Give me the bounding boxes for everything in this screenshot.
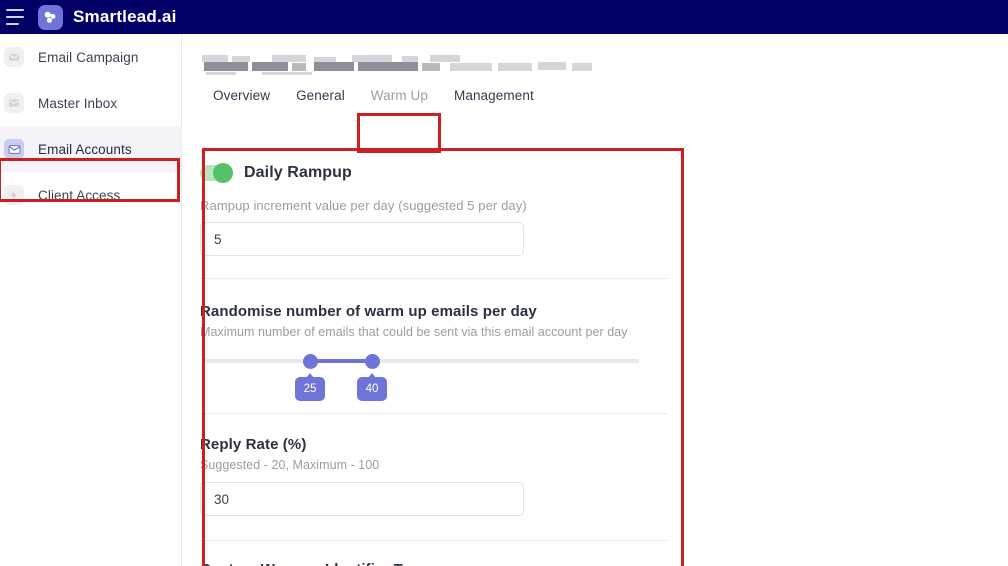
rampup-increment-input[interactable]: 5: [200, 222, 524, 256]
main-column: Overview General Warm Up Management Dail…: [182, 34, 686, 566]
main-content: Overview General Warm Up Management Dail…: [182, 34, 1008, 566]
page-title-redacted: [202, 55, 604, 75]
tab-general[interactable]: General: [283, 84, 358, 107]
randomise-title: Randomise number of warm up emails per d…: [200, 303, 1008, 320]
slider-track: [202, 359, 639, 363]
sidebar-item-email-campaign[interactable]: Email Campaign: [0, 34, 181, 80]
brand-title: Smartlead.ai: [73, 7, 177, 27]
sidebar-item-email-accounts[interactable]: Email Accounts: [0, 126, 181, 172]
sidebar-item-master-inbox[interactable]: Master Inbox: [0, 80, 181, 126]
client-access-icon: [4, 185, 24, 205]
hamburger-icon[interactable]: [6, 9, 26, 25]
randomise-subtitle: Maximum number of emails that could be s…: [200, 325, 1008, 339]
daily-rampup-title: Daily Rampup: [244, 164, 352, 182]
daily-rampup-toggle-row: Daily Rampup: [200, 148, 1008, 182]
rampup-increment-label: Rampup increment value per day (suggeste…: [200, 198, 1008, 213]
sidebar-item-label: Client Access: [38, 188, 120, 203]
sidebar-nav: Email Campaign Master Inbox Email Accoun…: [0, 34, 182, 566]
slider-badge-min: 25: [295, 377, 325, 401]
app-root: Smartlead.ai Email Campaign Master Inbox: [0, 0, 1008, 566]
sidebar-item-label: Email Accounts: [38, 142, 132, 157]
reply-rate-input[interactable]: 30: [200, 482, 524, 516]
tab-management[interactable]: Management: [441, 84, 547, 107]
toggle-knob: [213, 163, 233, 183]
custom-warmup-tag-section: Custom Warmup Identifier Tag Use this tw…: [182, 541, 1008, 566]
reply-rate-subtitle: Suggested - 20, Maximum - 100: [200, 458, 1008, 472]
randomise-section: Randomise number of warm up emails per d…: [182, 279, 1008, 413]
smartlead-logo-icon[interactable]: [38, 5, 63, 30]
reply-rate-title: Reply Rate (%): [200, 436, 1008, 453]
top-header-bar: Smartlead.ai: [0, 0, 1008, 34]
tab-overview[interactable]: Overview: [200, 84, 283, 107]
slider-track-fill: [310, 359, 372, 363]
sidebar-item-label: Master Inbox: [38, 96, 117, 111]
slider-badge-max: 40: [357, 377, 387, 401]
tab-warm-up[interactable]: Warm Up: [358, 84, 441, 107]
slider-handle-min[interactable]: [303, 354, 318, 369]
campaign-icon: [4, 47, 24, 67]
warmup-emails-range-slider[interactable]: 25 40: [200, 353, 640, 413]
daily-rampup-toggle[interactable]: [200, 165, 232, 181]
tab-bar: Overview General Warm Up Management: [200, 84, 547, 118]
inbox-icon: [4, 93, 24, 113]
email-accounts-icon: [4, 139, 24, 159]
custom-tag-title: Custom Warmup Identifier Tag: [200, 561, 1008, 566]
warmup-panel: Daily Rampup Rampup increment value per …: [182, 148, 1008, 566]
slider-handle-max[interactable]: [365, 354, 380, 369]
sidebar-item-client-access[interactable]: Client Access: [0, 172, 181, 218]
daily-rampup-section: Daily Rampup Rampup increment value per …: [182, 148, 1008, 278]
reply-rate-section: Reply Rate (%) Suggested - 20, Maximum -…: [182, 414, 1008, 540]
sidebar-item-label: Email Campaign: [38, 50, 138, 65]
